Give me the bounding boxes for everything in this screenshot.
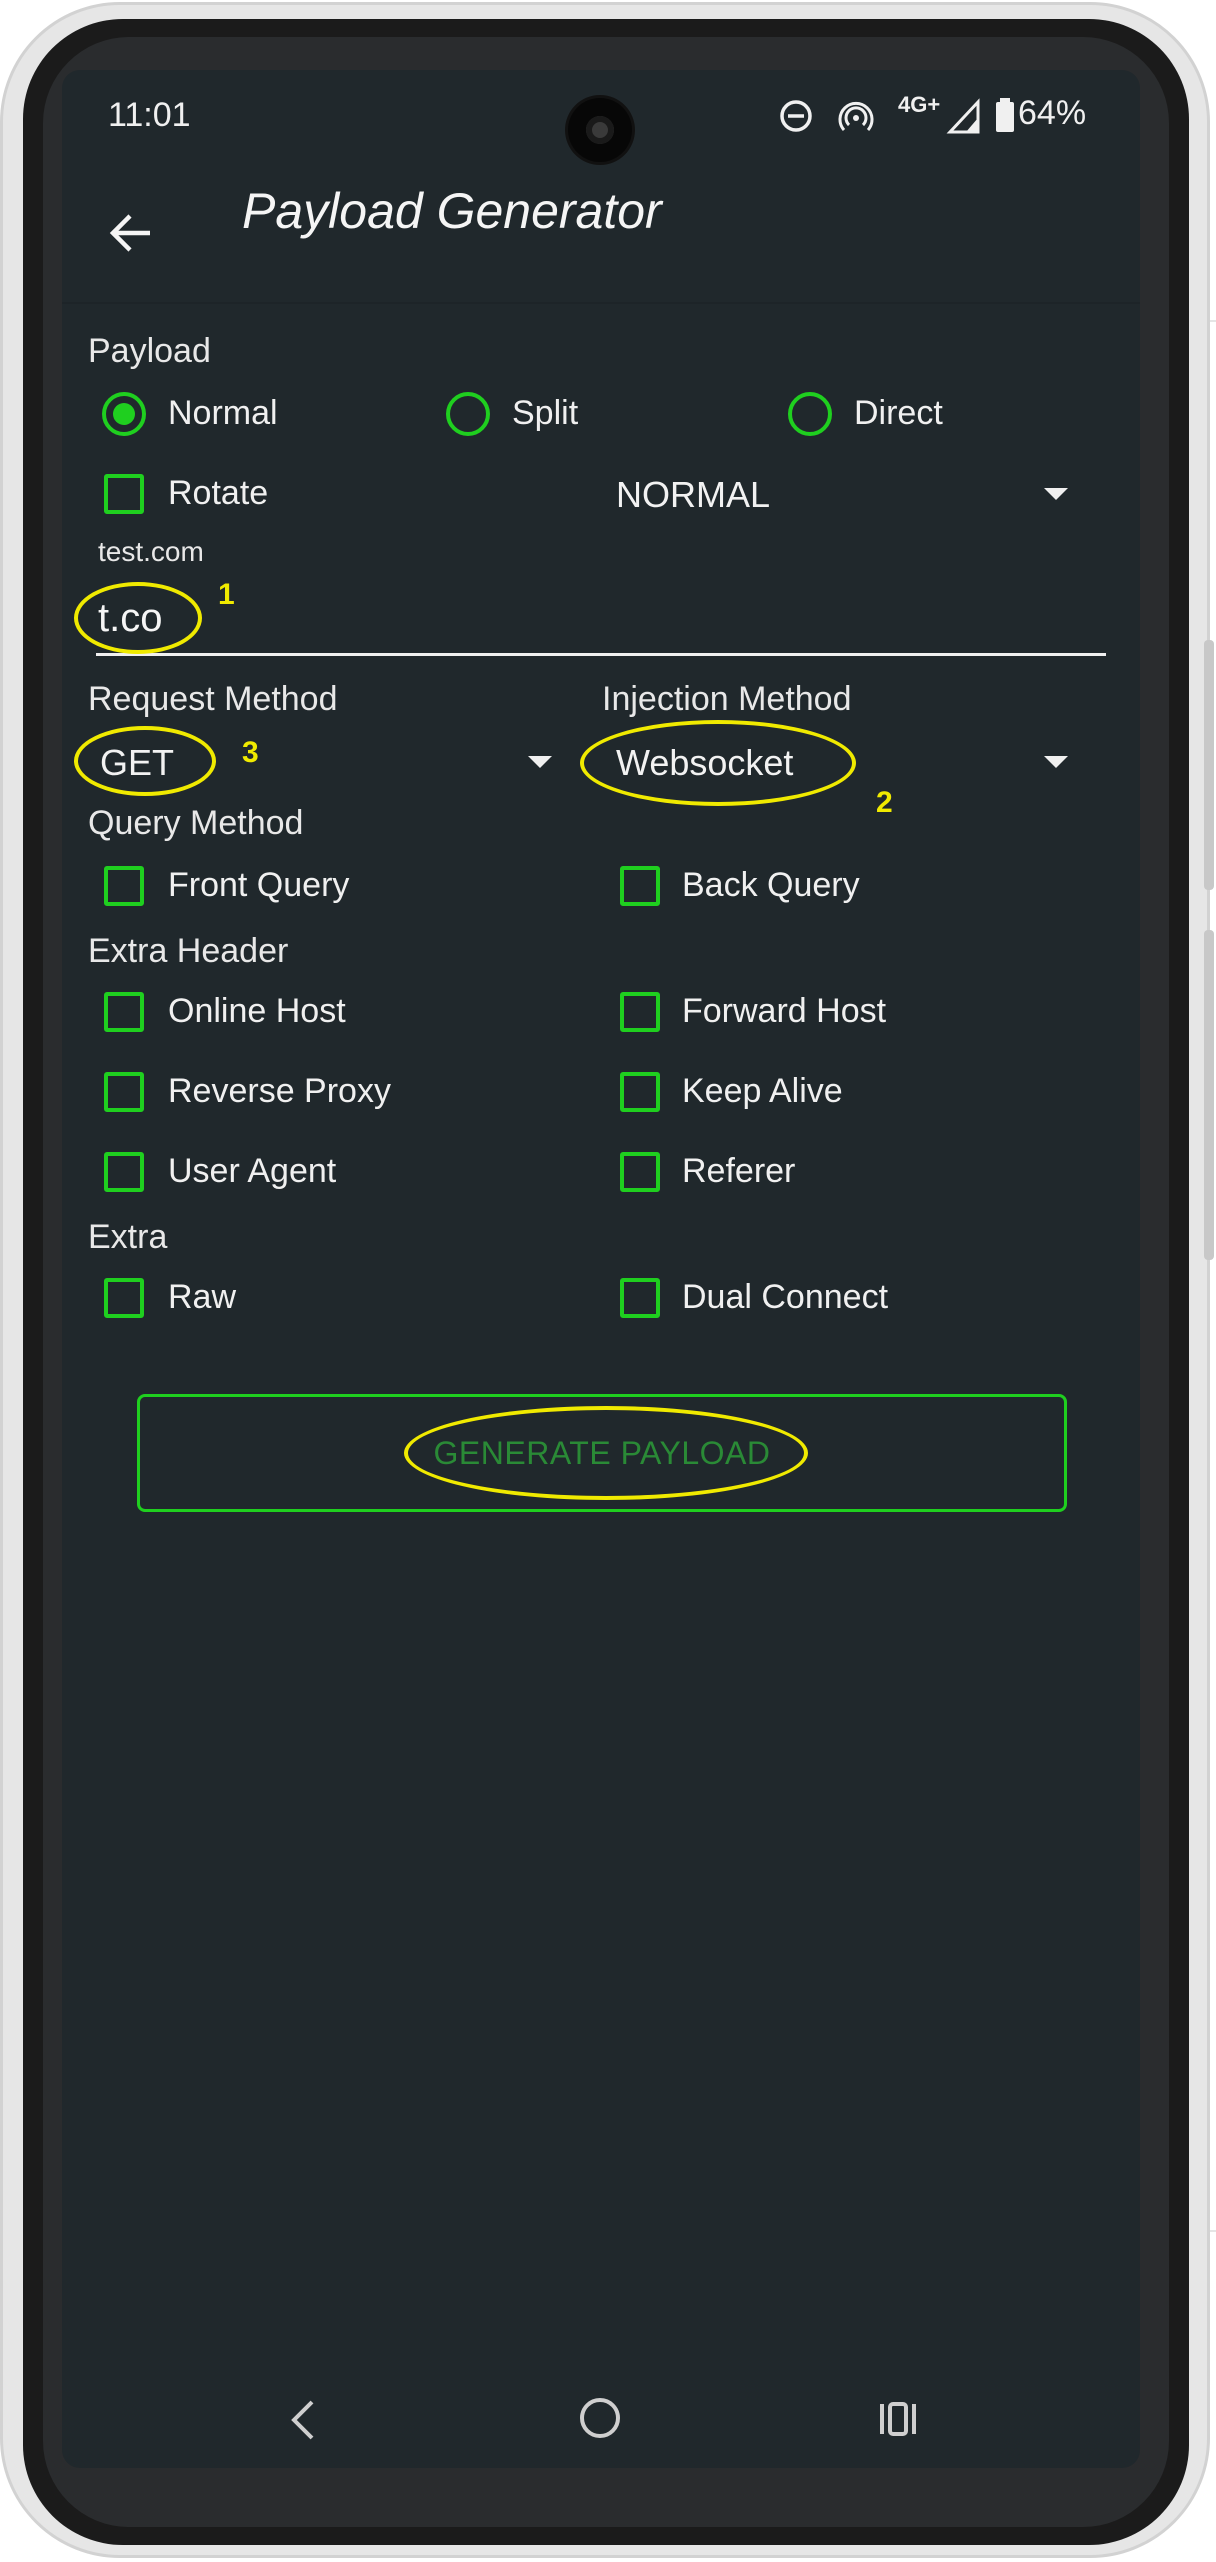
rotate-checkbox[interactable] bbox=[104, 474, 144, 514]
referer-checkbox[interactable] bbox=[620, 1152, 660, 1192]
payload-label: Payload bbox=[88, 332, 211, 370]
dual-connect-label: Dual Connect bbox=[682, 1278, 889, 1316]
front-query-label: Front Query bbox=[168, 866, 350, 904]
forward-host-checkbox[interactable] bbox=[620, 992, 660, 1032]
online-host-checkbox[interactable] bbox=[104, 992, 144, 1032]
battery-icon bbox=[996, 98, 1014, 132]
host-input-underline bbox=[96, 653, 1106, 656]
online-host-label: Online Host bbox=[168, 992, 346, 1030]
user-agent-checkbox[interactable] bbox=[104, 1152, 144, 1192]
radio-normal-label: Normal bbox=[168, 394, 278, 432]
power-button bbox=[1204, 930, 1214, 1260]
request-method-arrow-icon[interactable] bbox=[528, 756, 552, 768]
status-bar: 11:01 4G+ 64% bbox=[62, 70, 1140, 162]
host-hint: test.com bbox=[98, 536, 204, 567]
injection-method-label: Injection Method bbox=[602, 680, 852, 718]
radio-split-label: Split bbox=[512, 394, 579, 432]
user-agent-label: User Agent bbox=[168, 1152, 337, 1190]
hotspot-icon bbox=[838, 101, 874, 131]
volume-button bbox=[1204, 640, 1214, 890]
reverse-proxy-checkbox[interactable] bbox=[104, 1072, 144, 1112]
forward-host-label: Forward Host bbox=[682, 992, 887, 1030]
query-method-label: Query Method bbox=[88, 804, 304, 842]
keep-alive-checkbox[interactable] bbox=[620, 1072, 660, 1112]
system-nav-bar bbox=[62, 2390, 1140, 2468]
raw-label: Raw bbox=[168, 1278, 237, 1316]
battery-percent: 64% bbox=[1018, 94, 1087, 132]
page-title: Payload Generator bbox=[242, 183, 662, 239]
screen: 11:01 4G+ 64% Payload Generator Payload … bbox=[62, 70, 1140, 2468]
annotation-ellipse-3 bbox=[74, 726, 216, 796]
dnd-icon bbox=[780, 100, 812, 132]
front-query-checkbox[interactable] bbox=[104, 866, 144, 906]
referer-label: Referer bbox=[682, 1152, 796, 1190]
annotation-ellipse-1 bbox=[74, 582, 202, 654]
status-time: 11:01 bbox=[108, 96, 191, 134]
radio-normal[interactable] bbox=[102, 392, 146, 436]
raw-checkbox[interactable] bbox=[104, 1278, 144, 1318]
annotation-ellipse-2 bbox=[580, 720, 856, 806]
radio-split[interactable] bbox=[446, 392, 490, 436]
dual-connect-checkbox[interactable] bbox=[620, 1278, 660, 1318]
rotate-label: Rotate bbox=[168, 474, 269, 512]
annotation-number-1: 1 bbox=[218, 578, 235, 611]
annotation-number-3: 3 bbox=[242, 736, 259, 769]
mode-dropdown-arrow-icon[interactable] bbox=[1044, 488, 1068, 500]
network-type: 4G+ bbox=[898, 92, 941, 117]
injection-method-arrow-icon[interactable] bbox=[1044, 756, 1068, 768]
back-query-label: Back Query bbox=[682, 866, 860, 904]
radio-direct[interactable] bbox=[788, 392, 832, 436]
radio-direct-label: Direct bbox=[854, 394, 943, 432]
extra-header-label: Extra Header bbox=[88, 932, 289, 970]
back-query-checkbox[interactable] bbox=[620, 866, 660, 906]
nav-home-icon[interactable] bbox=[580, 2398, 620, 2438]
back-arrow-icon[interactable] bbox=[106, 208, 156, 258]
request-method-label: Request Method bbox=[88, 680, 338, 718]
extra-label: Extra bbox=[88, 1218, 168, 1256]
keep-alive-label: Keep Alive bbox=[682, 1072, 843, 1110]
front-camera bbox=[568, 98, 632, 162]
reverse-proxy-label: Reverse Proxy bbox=[168, 1072, 391, 1110]
mode-dropdown-value[interactable]: NORMAL bbox=[616, 474, 770, 516]
signal-icon bbox=[946, 98, 980, 134]
annotation-number-2: 2 bbox=[876, 786, 893, 819]
nav-recents-icon[interactable] bbox=[878, 2402, 918, 2436]
nav-back-icon[interactable] bbox=[284, 2396, 324, 2444]
annotation-ellipse-button bbox=[404, 1406, 808, 1500]
